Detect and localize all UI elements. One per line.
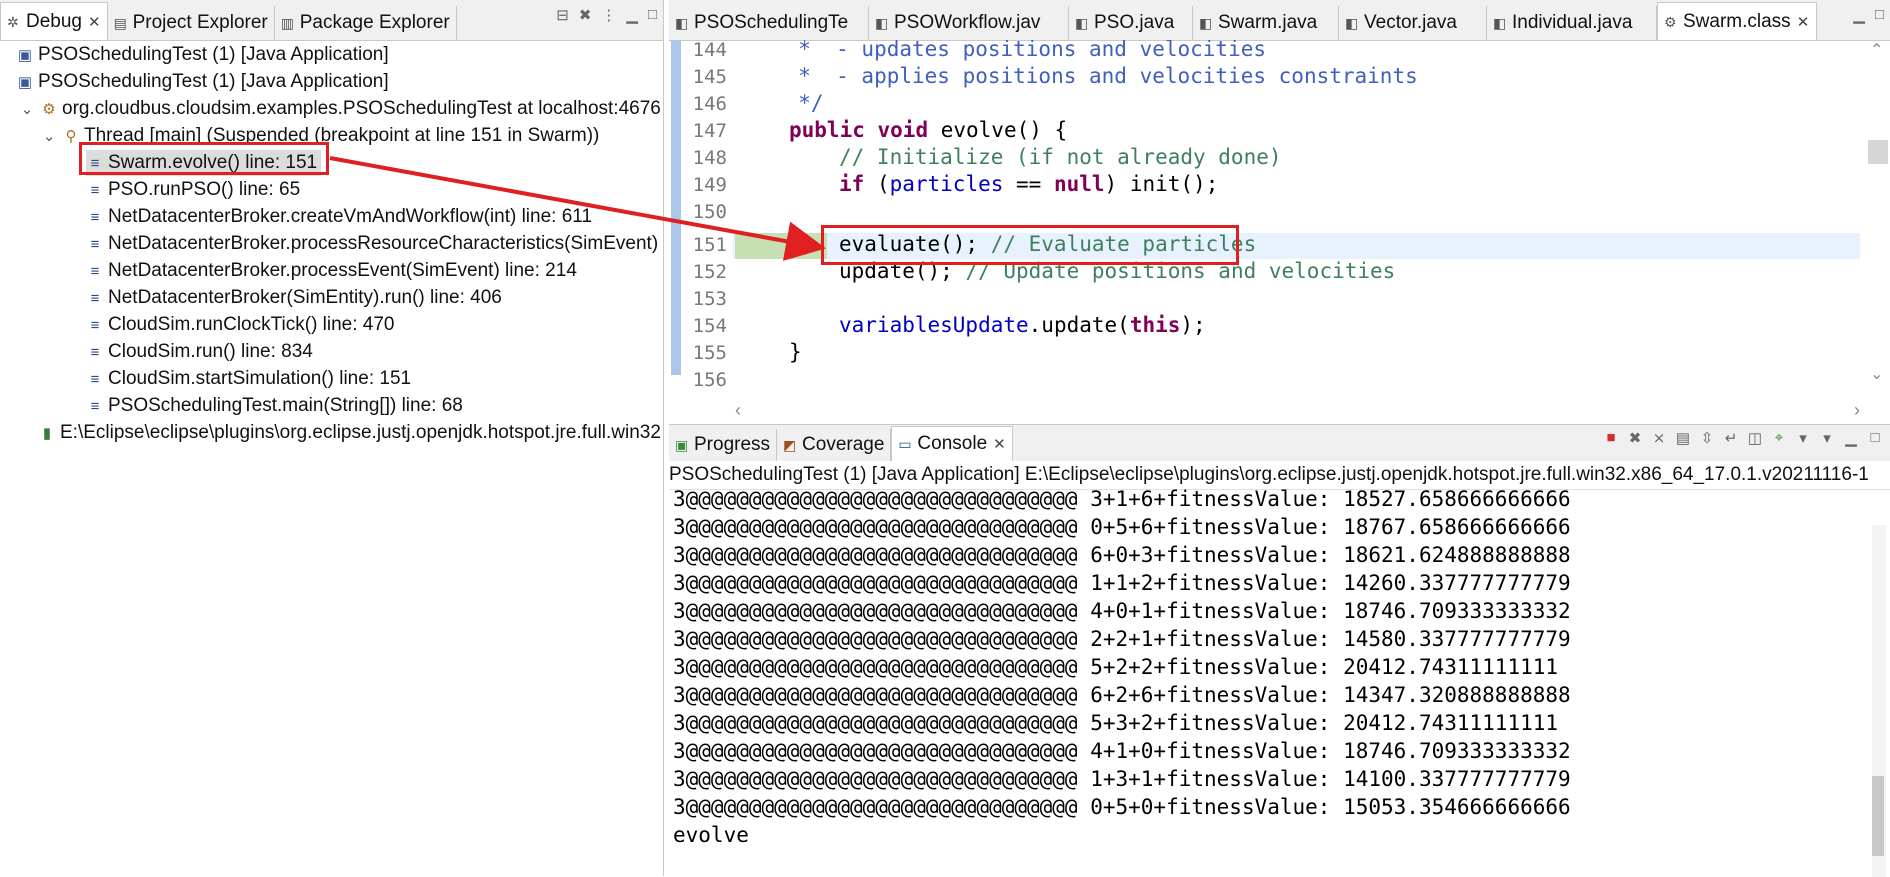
annotation-arrow (329, 156, 826, 261)
